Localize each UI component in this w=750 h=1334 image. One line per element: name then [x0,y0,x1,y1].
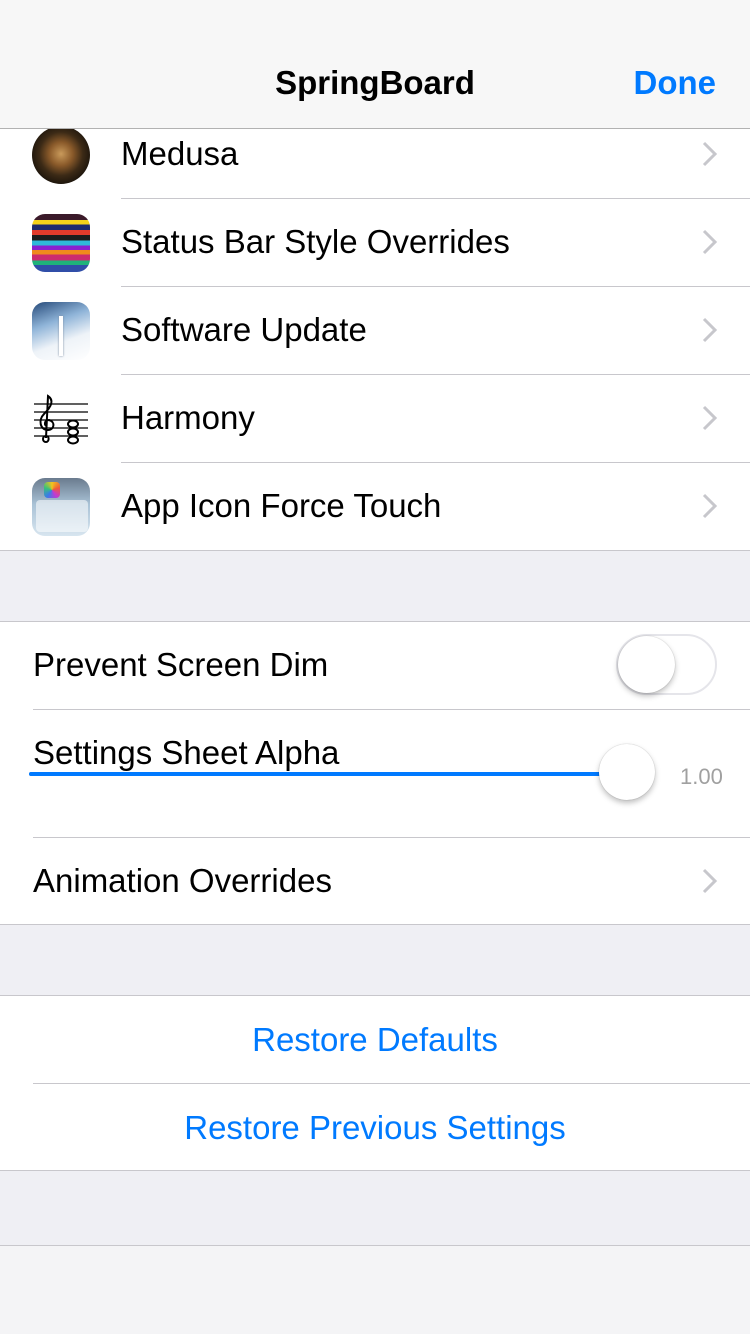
medusa-icon [32,129,90,184]
list-item-label: Medusa [121,135,239,172]
prevent-screen-dim-label: Prevent Screen Dim [33,646,329,683]
software-update-icon [32,302,90,360]
list-item-label: Software Update [121,311,367,348]
alpha-slider-track[interactable] [29,772,627,776]
navigation-bar: SpringBoard Done [0,0,750,129]
chevron-right-icon [702,317,718,343]
list-item-animation-overrides[interactable]: Animation Overrides [0,838,750,926]
chevron-right-icon [702,229,718,255]
footer-area [0,1246,750,1334]
chevron-right-icon [702,868,718,894]
prevent-screen-dim-toggle[interactable] [616,634,717,695]
restore-actions-group: Restore Defaults Restore Previous Settin… [0,995,750,1171]
settings-screen: SpringBoard Done Medusa Status Bar Style… [0,0,750,1334]
animation-overrides-label: Animation Overrides [33,862,332,899]
list-item-label: Status Bar Style Overrides [121,223,510,260]
restore-previous-settings-button[interactable]: Restore Previous Settings [0,1084,750,1172]
preferences-group: Prevent Screen Dim Settings Sheet Alpha … [0,621,750,925]
list-item-label: App Icon Force Touch [121,487,442,524]
toggle-knob [618,636,675,693]
harmony-music-icon [32,390,90,448]
list-item-medusa[interactable]: Medusa [0,129,750,199]
alpha-slider-thumb[interactable] [599,744,655,800]
list-item-status-bar-style-overrides[interactable]: Status Bar Style Overrides [0,199,750,287]
tweak-list: Medusa Status Bar Style Overrides Softwa… [0,129,750,551]
chevron-right-icon [702,493,718,519]
restore-defaults-button[interactable]: Restore Defaults [0,996,750,1084]
done-button[interactable]: Done [634,64,717,102]
chevron-right-icon [702,405,718,431]
list-item-app-icon-force-touch[interactable]: App Icon Force Touch [0,463,750,550]
alpha-slider-fill [29,772,627,776]
alpha-value-label: 1.00 [680,764,723,789]
status-bar-style-icon [32,214,90,272]
settings-sheet-alpha-label: Settings Sheet Alpha [33,734,340,771]
force-touch-icon [32,478,90,536]
chevron-right-icon [702,141,718,167]
list-item-software-update[interactable]: Software Update [0,287,750,375]
list-item-label: Harmony [121,399,255,436]
list-item-harmony[interactable]: Harmony [0,375,750,463]
